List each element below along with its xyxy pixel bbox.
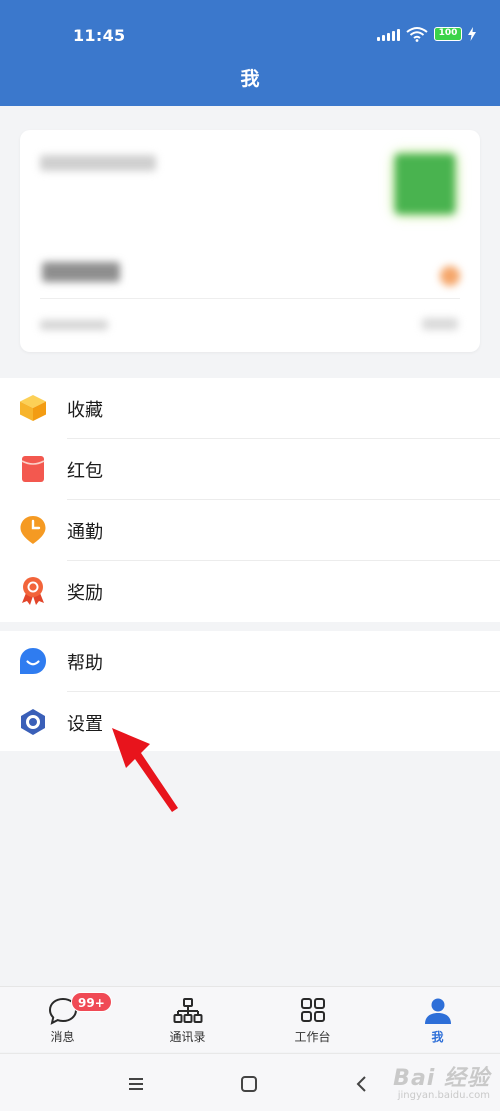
blurred-qr-code — [395, 154, 455, 214]
menu-group-secondary: 帮助 设置 — [0, 631, 500, 751]
menu-item-rewards[interactable]: 奖励 — [0, 561, 500, 622]
page-title: 我 — [240, 68, 260, 90]
menu-label-rewards: 奖励 — [67, 583, 103, 604]
org-chart-icon — [173, 998, 203, 1023]
system-nav-bar: Bai 经验 jingyan.baidu.com — [0, 1053, 500, 1111]
person-icon — [425, 998, 451, 1024]
bottom-tab-bar: 99+ 消息 通讯录 工作台 我 — [0, 986, 500, 1052]
box-icon — [19, 394, 47, 422]
help-chat-icon — [19, 647, 47, 675]
menu-icon[interactable] — [124, 1072, 148, 1096]
blurred-subtitle — [40, 320, 108, 330]
charging-icon — [468, 27, 476, 41]
menu-item-commute[interactable]: 通勤 — [0, 500, 500, 561]
blurred-user-name — [42, 262, 120, 282]
tab-label-messages: 消息 — [50, 1030, 75, 1044]
watermark-main: Bai 经验 — [393, 1066, 490, 1091]
menu-item-favorites[interactable]: 收藏 — [0, 378, 500, 439]
tab-workbench[interactable]: 工作台 — [250, 987, 375, 1053]
menu-label-settings: 设置 — [67, 714, 103, 735]
tab-messages[interactable]: 99+ 消息 — [0, 987, 125, 1053]
tab-label-me: 我 — [431, 1030, 444, 1044]
tab-label-workbench: 工作台 — [294, 1030, 331, 1044]
blurred-status-dot — [440, 266, 460, 286]
menu-group-primary: 收藏 红包 通勤 奖励 — [0, 378, 500, 622]
blurred-action — [422, 318, 458, 330]
back-icon[interactable] — [350, 1072, 374, 1096]
tab-me[interactable]: 我 — [375, 987, 500, 1053]
battery-icon: 100 — [434, 27, 462, 41]
menu-item-red-packet[interactable]: 红包 — [0, 439, 500, 500]
annotation-arrow-icon — [112, 728, 178, 812]
tab-contacts[interactable]: 通讯录 — [125, 987, 250, 1053]
menu-item-help[interactable]: 帮助 — [0, 631, 500, 692]
grid-icon — [301, 998, 325, 1022]
red-envelope-icon — [19, 455, 47, 483]
menu-label-help: 帮助 — [67, 653, 103, 674]
settings-hexagon-icon — [19, 708, 47, 736]
home-icon[interactable] — [237, 1072, 261, 1096]
watermark-sub: jingyan.baidu.com — [397, 1090, 490, 1101]
unread-badge: 99+ — [71, 992, 112, 1012]
watermark: Bai 经验 jingyan.baidu.com — [393, 1060, 490, 1101]
blurred-company-name — [40, 155, 156, 171]
tab-label-contacts: 通讯录 — [169, 1030, 206, 1044]
top-bar: 11:45 100 我 — [0, 0, 500, 106]
status-time: 11:45 — [73, 26, 126, 45]
menu-label-red-packet: 红包 — [67, 461, 103, 482]
profile-card[interactable] — [20, 130, 480, 352]
clock-pin-icon — [19, 516, 47, 544]
signal-icon — [377, 27, 400, 41]
status-icons: 100 — [377, 26, 476, 42]
award-ribbon-icon — [19, 577, 47, 605]
card-divider — [40, 298, 460, 299]
menu-item-settings[interactable]: 设置 — [0, 692, 500, 753]
menu-label-favorites: 收藏 — [67, 400, 103, 421]
wifi-icon — [406, 27, 428, 42]
menu-label-commute: 通勤 — [67, 522, 103, 543]
